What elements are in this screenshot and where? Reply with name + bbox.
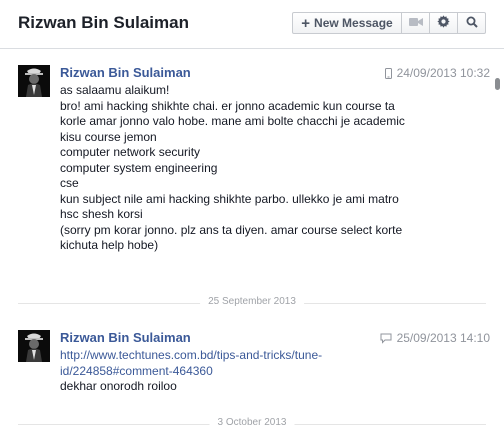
message-line: cse: [60, 176, 79, 190]
settings-button[interactable]: [430, 12, 458, 34]
message-body: http://www.techtunes.com.bd/tips-and-tri…: [60, 348, 480, 395]
video-call-button[interactable]: [402, 12, 430, 34]
message-line: korle amar jonno valo hobe. mane ami bol…: [60, 114, 405, 128]
plus-icon: +: [301, 14, 311, 32]
gear-icon: [437, 15, 450, 31]
mobile-phone-icon: [384, 67, 392, 79]
message-line: hsc shesh korsi: [60, 207, 143, 221]
message-line: computer network security: [60, 145, 201, 159]
sender-name[interactable]: Rizwan Bin Sulaiman: [60, 330, 191, 345]
message-timestamp: 25/09/2013 14:10: [396, 331, 490, 345]
new-message-label: New Message: [314, 16, 393, 30]
avatar[interactable]: [18, 330, 50, 362]
message-line: kichuta help hobe): [60, 238, 159, 252]
conversation-title: Rizwan Bin Sulaiman: [18, 13, 189, 32]
message-body: as salaamu alaikum! bro! ami hacking shi…: [60, 83, 480, 254]
message-link[interactable]: id/224858#comment-464360: [60, 364, 480, 380]
message-line: kun subject nile ami hacking shikhte par…: [60, 191, 399, 206]
message-timestamp: 24/09/2013 10:32: [396, 66, 490, 80]
message-line: as salaamu alaikum!: [60, 83, 170, 97]
message-line: computer system engineering: [60, 160, 218, 175]
sender-name[interactable]: Rizwan Bin Sulaiman: [60, 65, 191, 80]
scrollbar-thumb[interactable]: [495, 78, 500, 90]
conversation-header: Rizwan Bin Sulaiman + New Message: [0, 0, 504, 49]
message-line: bro! ami hacking shikhte chai. er jonno …: [60, 98, 395, 113]
header-toolbar: + New Message: [292, 12, 486, 34]
date-divider-label: 3 October 2013: [209, 417, 295, 428]
chat-bubble-icon: [380, 333, 392, 344]
date-divider: 3 October 2013: [18, 417, 486, 431]
new-message-button[interactable]: + New Message: [292, 12, 402, 34]
date-divider: 25 September 2013: [18, 296, 486, 310]
message-meta: 25/09/2013 14:10: [380, 331, 490, 345]
message-line: (sorry pm korar jonno. plz ans ta diyen.…: [60, 222, 403, 237]
message-line: dekhar onorodh roiloo: [60, 379, 177, 393]
message-meta: 24/09/2013 10:32: [384, 66, 490, 80]
avatar[interactable]: [18, 65, 50, 97]
date-divider-label: 25 September 2013: [200, 296, 304, 307]
video-camera-icon: [408, 16, 423, 30]
search-button[interactable]: [458, 12, 486, 34]
search-icon: [466, 16, 478, 31]
message-line: kisu course jemon: [60, 129, 157, 144]
message-link[interactable]: http://www.techtunes.com.bd/tips-and-tri…: [60, 348, 480, 364]
